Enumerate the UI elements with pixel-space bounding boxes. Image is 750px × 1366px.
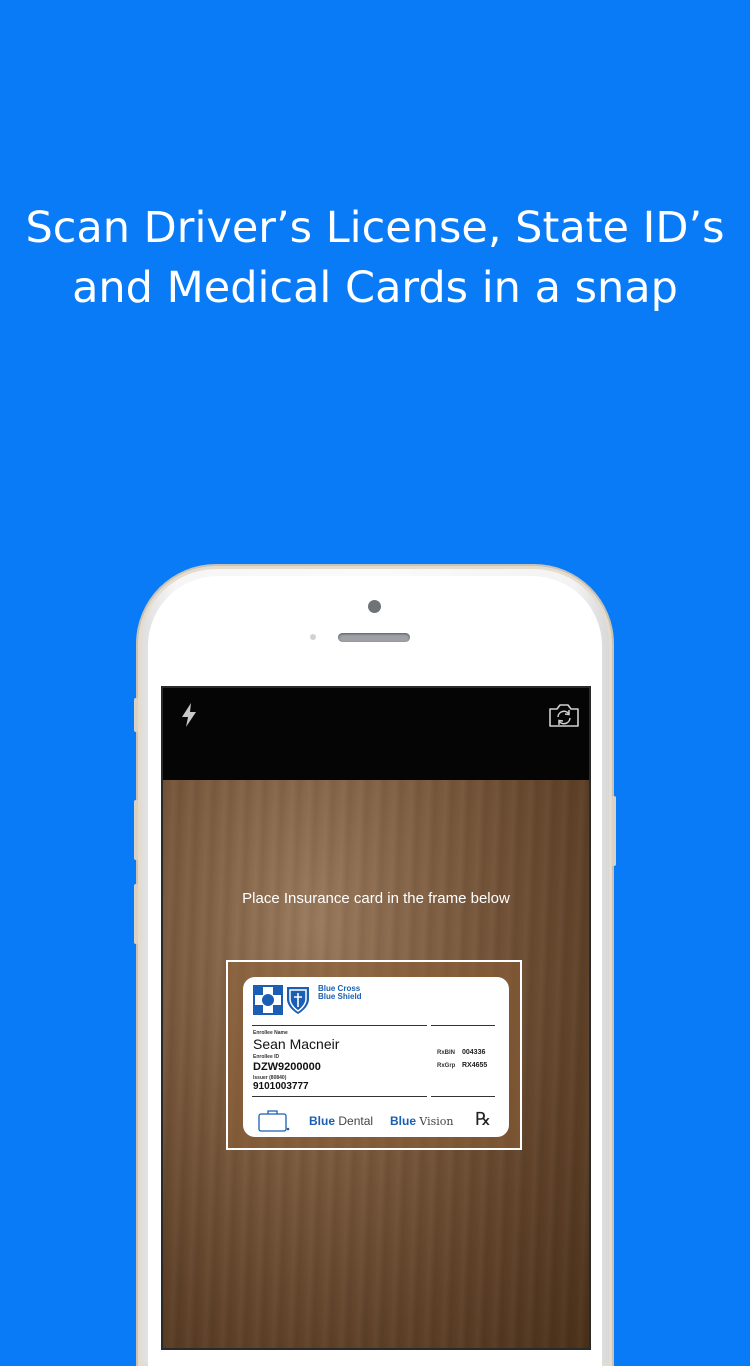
- headline: Scan Driver’s License, State ID’s and Me…: [0, 198, 750, 318]
- card-divider: [252, 1096, 427, 1097]
- headline-line-1: Scan Driver’s License, State ID’s: [25, 203, 725, 253]
- phone-power-button: [612, 796, 616, 866]
- proximity-sensor: [310, 634, 316, 640]
- card-brand-line-2: Blue Shield: [318, 992, 362, 1001]
- earpiece-speaker: [338, 633, 410, 642]
- card-divider: [431, 1025, 495, 1026]
- phone-volume-down: [134, 884, 138, 944]
- blue-dental-brand: Blue: [309, 1114, 336, 1128]
- rx-symbol: ℞: [475, 1109, 492, 1130]
- enrollee-name: Sean Macneir: [253, 1036, 340, 1052]
- enrollee-id: DZW9200000: [253, 1061, 321, 1073]
- camera-toolbar: [163, 688, 589, 780]
- blue-vision-word: Vision: [419, 1115, 454, 1128]
- phone-mute-switch: [134, 698, 138, 732]
- card-brand-name: Blue Cross Blue Shield: [318, 985, 362, 1001]
- blue-dental-word: Dental: [338, 1114, 374, 1128]
- phone-volume-up: [134, 800, 138, 860]
- rxgrp-label: RxGrp: [437, 1063, 456, 1069]
- headline-line-2: and Medical Cards in a snap: [72, 263, 678, 313]
- card-divider: [252, 1025, 427, 1026]
- flash-icon[interactable]: [179, 702, 199, 728]
- rxbin-label: RxBIN: [437, 1050, 456, 1056]
- card-divider: [431, 1096, 495, 1097]
- rxgrp-value: RX4655: [462, 1062, 488, 1069]
- issuer-number: 9101003777: [253, 1081, 309, 1092]
- medical-bag-icon: [258, 1110, 290, 1132]
- switch-camera-icon[interactable]: [547, 702, 581, 728]
- rxbin-value: 004336: [462, 1049, 486, 1056]
- insurance-card: Blue Cross Blue Shield Enrollee Name Sea…: [243, 977, 509, 1137]
- blue-vision-logo: Blue Vision: [390, 1114, 454, 1128]
- scan-instruction: Place Insurance card in the frame below: [242, 890, 510, 907]
- blue-dental-logo: Blue Dental: [309, 1114, 373, 1128]
- blue-vision-brand: Blue: [390, 1114, 417, 1128]
- camera-viewfinder[interactable]: Place Insurance card in the frame below …: [163, 780, 589, 1348]
- blue-cross-blue-shield-logo: [253, 985, 309, 1015]
- front-camera: [368, 600, 381, 613]
- scan-frame: Blue Cross Blue Shield Enrollee Name Sea…: [226, 960, 522, 1150]
- phone-screen: Place Insurance card in the frame below …: [161, 686, 591, 1350]
- enrollee-id-label: Enrollee ID: [253, 1054, 280, 1060]
